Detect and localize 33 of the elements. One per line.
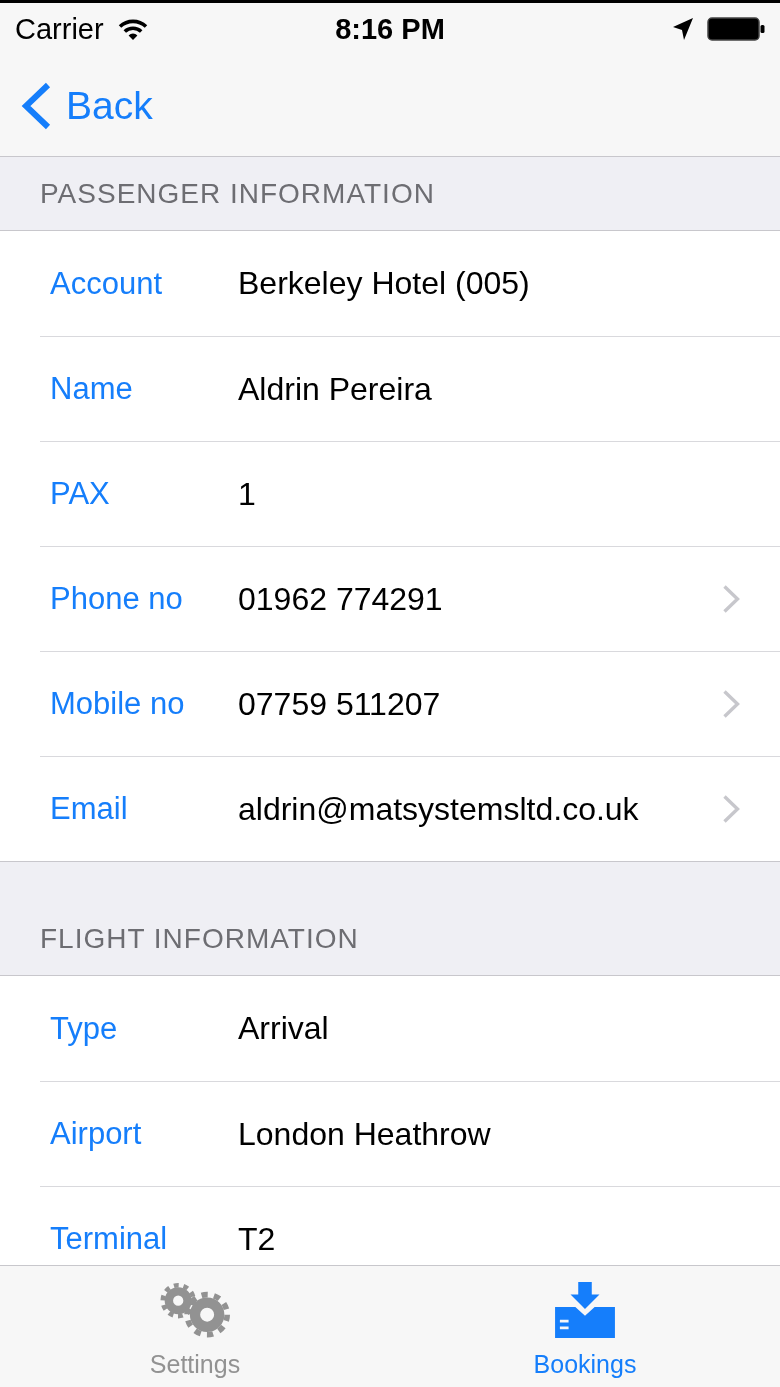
field-value: London Heathrow: [238, 1115, 491, 1153]
field-value: T2: [238, 1220, 276, 1258]
download-tray-icon: [554, 1282, 616, 1338]
field-value: aldrin@matsystemsltd.co.uk: [238, 790, 639, 828]
field-label: PAX: [50, 476, 111, 512]
carrier-name: Carrier: [15, 12, 104, 46]
chevron-icon[interactable]: [722, 584, 740, 614]
wifi-icon: [117, 17, 148, 41]
field-label: Name: [50, 371, 134, 407]
field-label: Mobile no: [50, 686, 186, 722]
location-arrow-icon: [673, 18, 693, 40]
back-button[interactable]: Back: [18, 77, 157, 134]
tab-bar-item[interactable]: Settings: [143, 1266, 247, 1387]
back-chevron-icon: [20, 81, 52, 130]
section-header: PASSENGER INFORMATION: [40, 177, 435, 210]
section-header: FLIGHT INFORMATION: [40, 922, 359, 955]
field-value: 01962 774291: [238, 580, 443, 618]
field-label: Account: [50, 265, 163, 302]
chevron-icon[interactable]: [722, 689, 740, 719]
field-value: 1: [238, 475, 256, 513]
field-value: Arrival: [238, 1010, 329, 1047]
tab-bar-item[interactable]: Bookings: [527, 1266, 643, 1387]
chevron-icon[interactable]: [722, 794, 740, 824]
field-value: Aldrin Pereira: [238, 370, 432, 408]
field-label: Type: [50, 1010, 119, 1047]
battery-icon: [707, 17, 765, 41]
field-label: Terminal: [50, 1221, 169, 1257]
field-value: Berkeley Hotel (005): [238, 265, 530, 302]
status-time: 8:16 PM: [335, 12, 445, 46]
field-value: 07759 511207: [238, 685, 441, 723]
field-label: Phone no: [50, 581, 184, 617]
field-label: Airport: [50, 1116, 143, 1152]
field-label: Email: [50, 791, 129, 827]
